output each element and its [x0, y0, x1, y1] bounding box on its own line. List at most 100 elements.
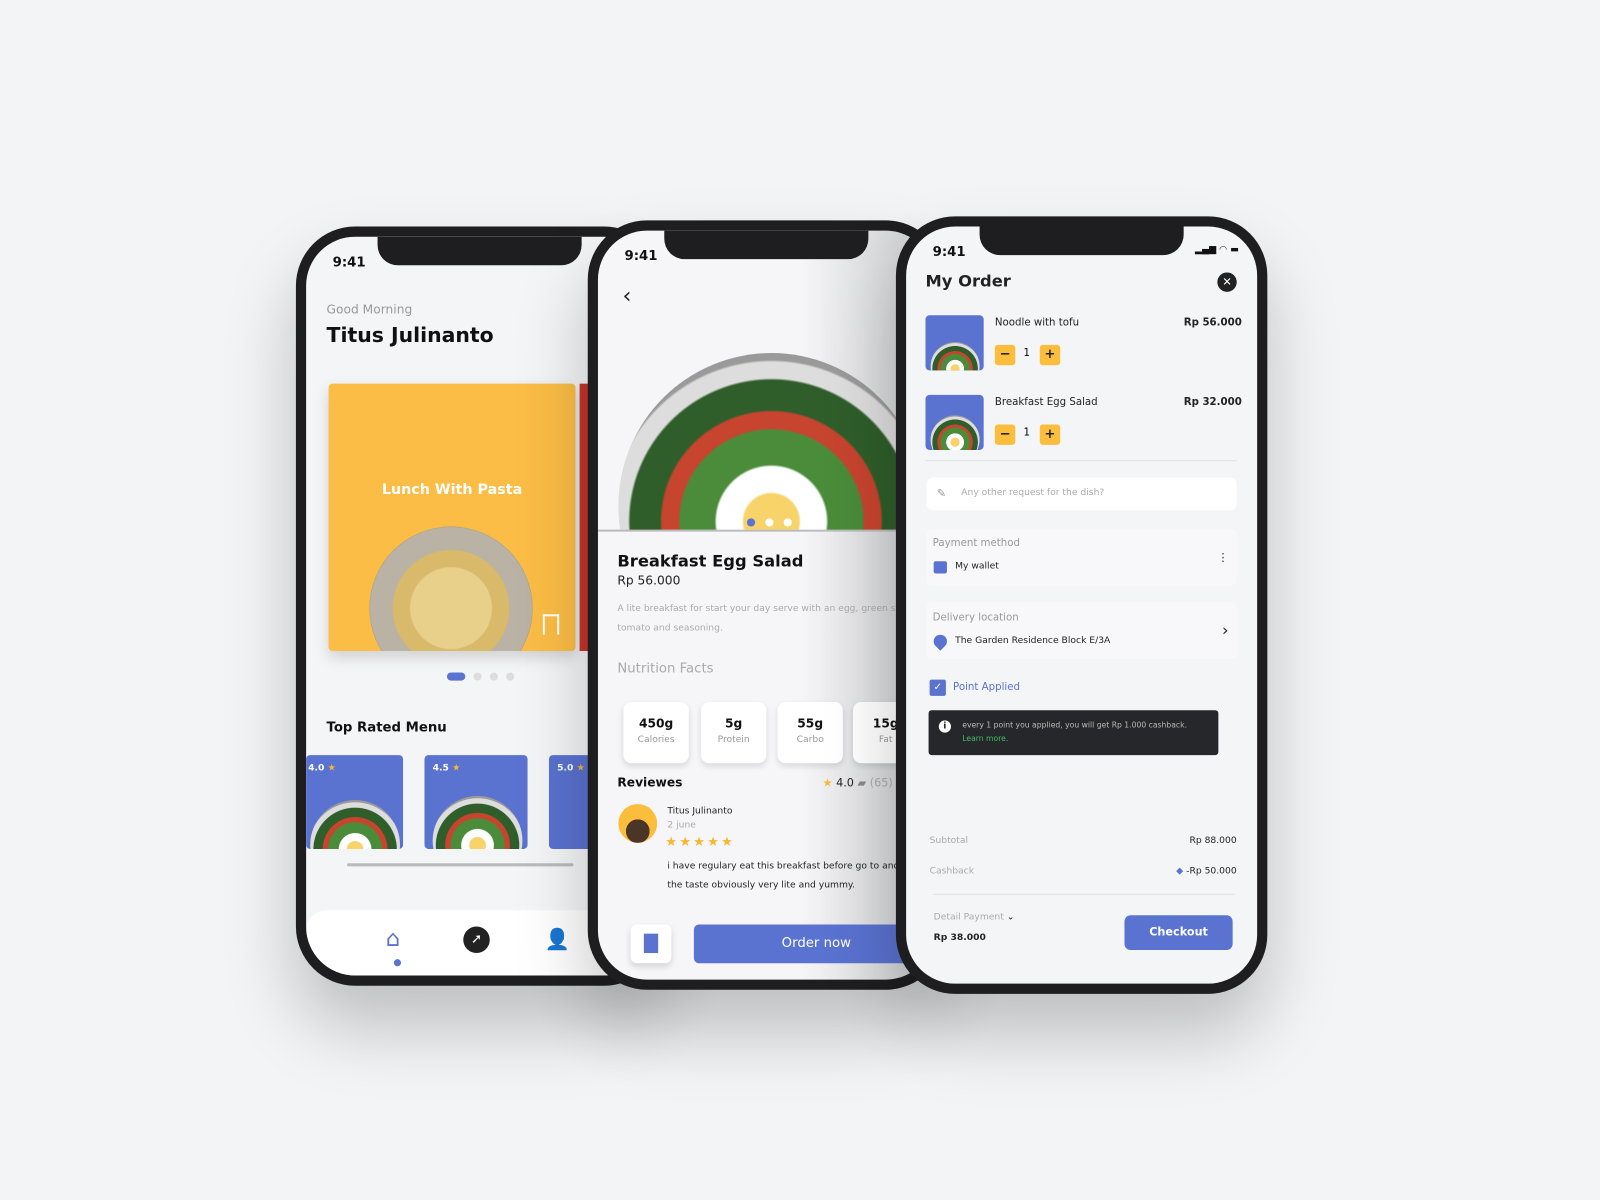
- item-price: Rp 32.000: [1183, 396, 1242, 409]
- status-time: 9:41: [932, 244, 966, 261]
- dot[interactable]: [489, 672, 498, 681]
- dot-active[interactable]: [746, 518, 756, 527]
- phone-detail: 9:41 ‹ Breakfast Egg Salad Rp 56.000 A l…: [587, 220, 945, 990]
- rating-summary: ★ 4.0 ▰ (65): [822, 776, 893, 790]
- pencil-icon: ✎: [936, 486, 947, 500]
- item-image: [925, 394, 984, 450]
- bookmark-icon[interactable]: [542, 614, 560, 635]
- dot[interactable]: [506, 672, 515, 681]
- home-icon[interactable]: ⌂: [386, 928, 410, 951]
- rating: 4.5 ★: [432, 763, 461, 774]
- back-icon[interactable]: ‹: [622, 284, 631, 310]
- compass-icon[interactable]: ➚: [463, 926, 490, 954]
- status-time: 9:41: [332, 255, 366, 271]
- dot[interactable]: [473, 672, 482, 681]
- rating: 5.0 ★: [557, 763, 585, 774]
- pasta-image: [369, 526, 533, 652]
- delivery-location[interactable]: Delivery location The Garden Residence B…: [926, 602, 1237, 660]
- status-time: 9:41: [624, 248, 658, 265]
- dish-description: A lite breakfast for start your day serv…: [617, 604, 919, 634]
- item-qty[interactable]: 1: [1023, 428, 1030, 439]
- scrollbar[interactable]: [346, 863, 574, 867]
- dot[interactable]: [783, 518, 792, 527]
- payment-label: Payment method: [932, 537, 1020, 549]
- reviews-title: Reviewes: [617, 775, 683, 790]
- item-name: Noodle with tofu: [994, 317, 1080, 329]
- status-icons: ▂▄▆ ◠ ▬: [1195, 244, 1239, 256]
- item-price: Rp 56.000: [1183, 317, 1242, 329]
- featured-card[interactable]: Lunch With Pasta: [328, 383, 576, 652]
- learn-more-link[interactable]: Learn more.: [962, 734, 1008, 743]
- tag-icon: ◆: [1176, 866, 1184, 877]
- subtotal-value: Rp 88.000: [1189, 835, 1237, 846]
- top-rated-item[interactable]: 4.0 ★: [306, 755, 404, 849]
- nutrition-card: 55g Carbo: [777, 702, 843, 764]
- dot[interactable]: [765, 518, 774, 527]
- request-placeholder: Any other request for the dish?: [961, 487, 1105, 498]
- item-qty[interactable]: 1: [1023, 348, 1030, 359]
- checkout-button[interactable]: Checkout: [1124, 915, 1233, 950]
- review-text: i have regulary eat this breakfast befor…: [667, 861, 900, 891]
- dish-price: Rp 56.000: [617, 573, 681, 588]
- detail-payment-toggle[interactable]: Detail Payment ⌄: [934, 912, 1015, 922]
- hero-image: [597, 333, 935, 532]
- wallet-icon: [933, 561, 947, 574]
- comment-icon: ▰: [857, 776, 867, 790]
- chevron-down-icon: ⌄: [1006, 912, 1015, 923]
- user-name: Titus Julinanto: [326, 322, 494, 347]
- info-icon: i: [938, 720, 952, 733]
- active-indicator: [393, 959, 402, 967]
- payment-method[interactable]: Payment method My wallet ⋮: [926, 528, 1237, 586]
- notch: [664, 230, 869, 260]
- chevron-right-icon[interactable]: ›: [1222, 620, 1229, 639]
- location-pin-icon: [930, 631, 950, 651]
- close-icon[interactable]: ✕: [1217, 272, 1237, 292]
- carousel-dots[interactable]: [446, 672, 515, 681]
- reviewer-name: Titus Julinanto: [667, 806, 733, 817]
- increase-button[interactable]: +: [1039, 344, 1061, 366]
- order-screen: 9:41 ▂▄▆ ◠ ▬ My Order ✕ Noodle with tofu…: [906, 226, 1258, 984]
- notch: [979, 226, 1184, 256]
- decrease-button[interactable]: −: [994, 424, 1016, 445]
- item-image: [925, 315, 984, 371]
- user-icon[interactable]: 👤: [545, 927, 570, 951]
- featured-title: Lunch With Pasta: [381, 481, 523, 498]
- bookmark-icon: [643, 933, 659, 954]
- dot-active[interactable]: [446, 672, 466, 681]
- nutrition-title: Nutrition Facts: [617, 661, 714, 677]
- cashback-label: Cashback: [929, 866, 975, 877]
- dish-title: Breakfast Egg Salad: [617, 551, 804, 571]
- item-name: Breakfast Egg Salad: [994, 396, 1098, 409]
- cashback-value: ◆ -Rp 50.000: [1176, 866, 1237, 877]
- more-icon[interactable]: ⋮: [1217, 551, 1228, 564]
- food-image: [432, 795, 523, 849]
- point-label[interactable]: Point Applied: [953, 682, 1020, 693]
- detail-screen: 9:41 ‹ Breakfast Egg Salad Rp 56.000 A l…: [597, 230, 935, 980]
- decrease-button[interactable]: −: [994, 344, 1016, 366]
- total-value: Rp 38.000: [933, 932, 986, 943]
- point-checkbox[interactable]: ✓: [929, 679, 946, 696]
- request-input[interactable]: ✎ Any other request for the dish?: [926, 477, 1237, 511]
- subtotal-label: Subtotal: [929, 835, 969, 846]
- rating: 4.0 ★: [308, 763, 336, 774]
- order-title: My Order: [925, 271, 1011, 291]
- food-image: [618, 353, 925, 530]
- image-dots[interactable]: [746, 518, 792, 527]
- phone-order: 9:41 ▂▄▆ ◠ ▬ My Order ✕ Noodle with tofu…: [895, 216, 1268, 994]
- payment-value: My wallet: [955, 561, 999, 572]
- info-text: every 1 point you applied, you will get …: [962, 720, 1187, 730]
- delivery-label: Delivery location: [932, 612, 1019, 624]
- divider: [932, 893, 1235, 895]
- top-rated-item[interactable]: 4.5 ★: [424, 755, 528, 849]
- bookmark-button[interactable]: [630, 924, 672, 964]
- divider: [925, 460, 1237, 462]
- order-item: Noodle with tofu Rp 56.000 − 1 +: [925, 315, 1242, 376]
- avatar: [618, 804, 658, 843]
- notch: [377, 236, 582, 266]
- star-icon: ★: [822, 776, 833, 790]
- increase-button[interactable]: +: [1039, 424, 1061, 445]
- food-image: [310, 799, 400, 849]
- info-banner: i every 1 point you applied, you will ge…: [928, 710, 1219, 756]
- review-date: 2 june: [667, 820, 696, 831]
- review-stars: ★★★★★: [665, 834, 735, 850]
